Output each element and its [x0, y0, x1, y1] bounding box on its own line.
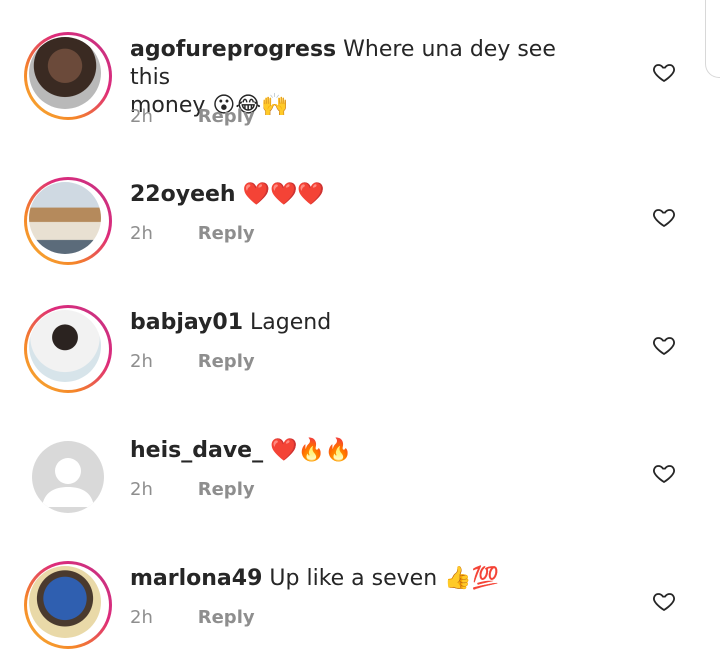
heart-outline-icon[interactable]: [652, 461, 676, 485]
comment-meta: 2h Reply: [130, 607, 255, 628]
heart-outline-icon[interactable]: [652, 589, 676, 613]
comment-body: Up like a seven 👍💯: [269, 566, 499, 591]
comment-username[interactable]: agofureprogress: [130, 37, 336, 62]
comment-time: 2h: [130, 106, 153, 127]
avatar[interactable]: [24, 305, 112, 393]
comment-body: Lagend: [250, 310, 332, 335]
avatar[interactable]: [24, 177, 112, 265]
heart-outline-icon[interactable]: [652, 333, 676, 357]
comment-username[interactable]: babjay01: [130, 310, 243, 335]
comment-username[interactable]: marlona49: [130, 566, 262, 591]
comment-meta: 2h Reply: [130, 351, 255, 372]
comment-meta: 2h Reply: [130, 223, 255, 244]
comment-time: 2h: [130, 607, 153, 628]
comment-text: babjay01 Lagend: [130, 309, 600, 337]
comment-time: 2h: [130, 351, 153, 372]
comment-text: heis_dave_ ❤️🔥🔥: [130, 437, 600, 465]
reply-button[interactable]: Reply: [198, 607, 255, 628]
heart-outline-icon[interactable]: [652, 60, 676, 84]
comment-meta: 2h Reply: [130, 479, 255, 500]
edge-panel: [705, 0, 720, 78]
reply-button[interactable]: Reply: [198, 223, 255, 244]
comment-time: 2h: [130, 479, 153, 500]
comment-time: 2h: [130, 223, 153, 244]
comment-text: 22oyeeh ❤️❤️❤️: [130, 181, 600, 209]
heart-outline-icon[interactable]: [652, 205, 676, 229]
reply-button[interactable]: Reply: [198, 106, 255, 127]
comment-text: marlona49 Up like a seven 👍💯: [130, 565, 600, 593]
avatar[interactable]: [24, 32, 112, 120]
avatar[interactable]: [24, 561, 112, 649]
reply-button[interactable]: Reply: [198, 351, 255, 372]
comment-body: ❤️❤️❤️: [242, 182, 325, 207]
default-avatar-icon: [42, 458, 94, 507]
comment-username[interactable]: 22oyeeh: [130, 182, 236, 207]
comment-body: ❤️🔥🔥: [270, 438, 353, 463]
comment-meta: 2h Reply: [130, 106, 255, 127]
avatar[interactable]: [32, 441, 104, 513]
reply-button[interactable]: Reply: [198, 479, 255, 500]
comment-username[interactable]: heis_dave_: [130, 438, 263, 463]
